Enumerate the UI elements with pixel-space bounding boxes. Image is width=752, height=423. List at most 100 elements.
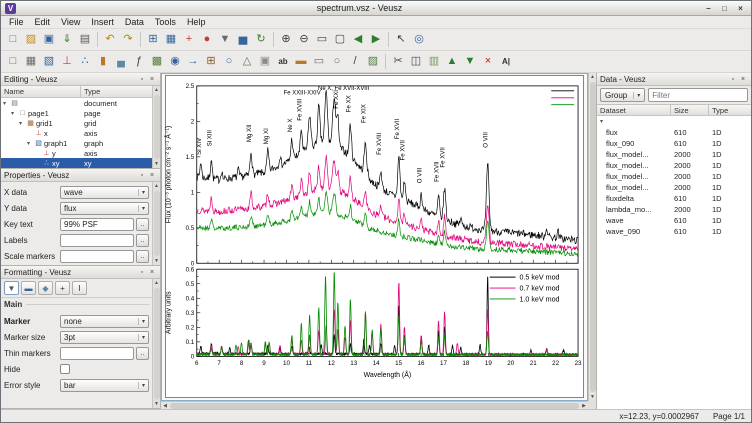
- undo-icon[interactable]: ↶: [101, 31, 119, 49]
- float-panel-icon[interactable]: ▫: [728, 74, 738, 85]
- formatting-row-error-style-combobox[interactable]: bar▾: [60, 379, 149, 392]
- widget-tree-item-x[interactable]: ⊥xaxis: [1, 128, 152, 138]
- formatting-row-marker-size-combobox[interactable]: 3pt▾: [60, 331, 149, 344]
- scroll-track[interactable]: [154, 95, 160, 159]
- insert-page-icon[interactable]: □: [4, 53, 22, 71]
- plot-viewport[interactable]: 00.511.522.5Flux (10⁻³ photon cm⁻² s⁻¹ Å…: [161, 73, 588, 401]
- minimize-button[interactable]: –: [702, 3, 715, 14]
- insert-grid-icon[interactable]: ▦: [22, 53, 40, 71]
- menu-tools[interactable]: Tools: [150, 17, 181, 27]
- format-tab-marker-fill[interactable]: ◆: [38, 281, 53, 295]
- insert-histogram-icon[interactable]: ▄: [112, 53, 130, 71]
- plot-view[interactable]: 00.511.522.5Flux (10⁻³ photon cm⁻² s⁻¹ Å…: [161, 73, 596, 409]
- format-tab-error-bar[interactable]: I: [72, 281, 87, 295]
- redo-icon[interactable]: ↷: [119, 31, 137, 49]
- widget-tree-item-grid1[interactable]: ▾▦grid1grid: [1, 118, 152, 128]
- more-options-button[interactable]: ..: [136, 218, 149, 231]
- close-panel-icon[interactable]: ×: [147, 74, 157, 85]
- widget-tree-item-y[interactable]: ⊥yaxis: [1, 148, 152, 158]
- scroll-down-icon[interactable]: ▼: [153, 257, 161, 265]
- view-zoom-in-icon[interactable]: ⊕: [277, 31, 295, 49]
- insert-ternary-graph-icon[interactable]: △: [238, 53, 256, 71]
- scroll-up-icon[interactable]: ▲: [153, 86, 161, 94]
- close-button[interactable]: ×: [734, 3, 747, 14]
- widget-tree-item-xy[interactable]: ∴xyxy: [1, 158, 152, 168]
- property-row-scale-markers-input[interactable]: [60, 250, 134, 263]
- column-header-type[interactable]: Type: [709, 105, 751, 115]
- insert-xy-icon[interactable]: ∴: [76, 53, 94, 71]
- save-document-icon[interactable]: ▣: [40, 31, 58, 49]
- formatting-row-hide-checkbox[interactable]: [60, 364, 70, 374]
- column-header-size[interactable]: Size: [671, 105, 709, 115]
- expander-icon[interactable]: ▾: [19, 120, 26, 127]
- menu-view[interactable]: View: [56, 17, 85, 27]
- format-tab-marker-border[interactable]: +: [55, 281, 70, 295]
- format-tab-main[interactable]: ▼: [4, 281, 19, 295]
- insert-graph-icon[interactable]: ▧: [40, 53, 58, 71]
- expander-icon[interactable]: ▾: [3, 100, 10, 107]
- float-panel-icon[interactable]: ▫: [137, 74, 147, 85]
- more-options-button[interactable]: ..: [136, 250, 149, 263]
- format-tab-plot-line[interactable]: ▬: [21, 281, 36, 295]
- insert-polar-graph-icon[interactable]: ○: [220, 53, 238, 71]
- more-options-button[interactable]: ..: [136, 234, 149, 247]
- select-items-icon[interactable]: ↖: [392, 31, 410, 49]
- property-row-y-data-combobox[interactable]: flux▾: [60, 202, 149, 215]
- property-row-x-data-combobox[interactable]: wave▾: [60, 186, 149, 199]
- insert-function-icon[interactable]: ƒ: [130, 53, 148, 71]
- title-bar[interactable]: V spectrum.vsz - Veusz – □ ×: [1, 1, 751, 16]
- scroll-track[interactable]: [154, 191, 160, 256]
- insert-line-icon[interactable]: /: [346, 53, 364, 71]
- group-button[interactable]: Group ▾: [600, 88, 645, 102]
- scroll-down-icon[interactable]: ▼: [153, 400, 161, 408]
- insert-contour-icon[interactable]: ◉: [166, 53, 184, 71]
- scroll-left-icon[interactable]: ◀: [161, 402, 169, 410]
- insert-ellipse-icon[interactable]: ○: [328, 53, 346, 71]
- property-row-key-text-input[interactable]: 99% PSF: [60, 218, 134, 231]
- insert-rectangle-icon[interactable]: ▭: [310, 53, 328, 71]
- close-panel-icon[interactable]: ×: [738, 74, 748, 85]
- formatting-row-marker-combobox[interactable]: none▾: [60, 315, 149, 328]
- property-row-labels-input[interactable]: [60, 234, 134, 247]
- data-import-icon[interactable]: ⊞: [144, 31, 162, 49]
- plot-vertical-scrollbar[interactable]: ▲ ▼: [588, 73, 596, 401]
- formatting-row-thin-markers-input[interactable]: [60, 347, 134, 360]
- dataset-row-flux_model-[interactable]: flux_model...20001D: [597, 182, 751, 193]
- scroll-up-icon[interactable]: ▲: [589, 73, 597, 81]
- open-document-icon[interactable]: ▨: [22, 31, 40, 49]
- print-document-icon[interactable]: ▤: [76, 31, 94, 49]
- insert-image-file-icon[interactable]: ▨: [364, 53, 382, 71]
- dataset-row-flux_model-[interactable]: flux_model...20001D: [597, 149, 751, 160]
- data-histogram-icon[interactable]: ▅: [234, 31, 252, 49]
- scroll-up-icon[interactable]: ▲: [153, 182, 161, 190]
- dataset-row-flux_model-[interactable]: flux_model...20001D: [597, 160, 751, 171]
- dataset-row-fluxdelta[interactable]: fluxdelta6101D: [597, 193, 751, 204]
- plot-canvas[interactable]: 00.511.522.5Flux (10⁻³ photon cm⁻² s⁻¹ Å…: [162, 74, 587, 400]
- move-widget-down-icon[interactable]: ▼: [461, 53, 479, 71]
- zoom-into-graph-icon[interactable]: ◎: [410, 31, 428, 49]
- widget-tree-item-document[interactable]: ▾▤document: [1, 98, 152, 108]
- export-document-icon[interactable]: ⇓: [58, 31, 76, 49]
- menu-edit[interactable]: Edit: [30, 17, 56, 27]
- menu-insert[interactable]: Insert: [86, 17, 119, 27]
- filter-input[interactable]: [648, 88, 748, 102]
- insert-axis-icon[interactable]: ⊥: [58, 53, 76, 71]
- view-zoom-page-icon[interactable]: ▭: [313, 31, 331, 49]
- view-fullscreen-icon[interactable]: ▢: [331, 31, 349, 49]
- move-widget-up-icon[interactable]: ▲: [443, 53, 461, 71]
- copy-widget-icon[interactable]: ◫: [407, 53, 425, 71]
- scroll-down-icon[interactable]: ▼: [589, 393, 597, 401]
- insert-label-icon[interactable]: ab: [274, 53, 292, 71]
- scroll-track[interactable]: [590, 82, 596, 392]
- dataset-row-lambda_mo-[interactable]: lambda_mo...20001D: [597, 204, 751, 215]
- formatting-scrollbar[interactable]: ▲ ▼: [152, 279, 160, 408]
- insert-key-icon[interactable]: ▣: [256, 53, 274, 71]
- dataset-row-wave_090[interactable]: wave_0906101D: [597, 226, 751, 237]
- view-zoom-out-icon[interactable]: ⊖: [295, 31, 313, 49]
- properties-scrollbar[interactable]: ▲ ▼: [152, 182, 160, 265]
- menu-data[interactable]: Data: [120, 17, 149, 27]
- insert-bar-plot-icon[interactable]: ▮: [94, 53, 112, 71]
- float-panel-icon[interactable]: ▫: [137, 267, 147, 278]
- expander-icon[interactable]: ▾: [11, 110, 18, 117]
- scroll-up-icon[interactable]: ▲: [153, 279, 161, 287]
